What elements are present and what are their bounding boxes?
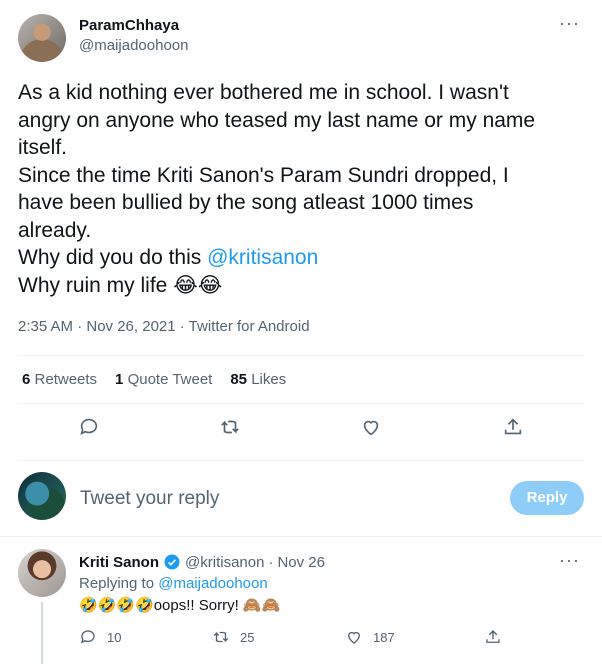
reply-reply-button[interactable]: 10 xyxy=(79,628,121,646)
author-avatar[interactable] xyxy=(18,14,66,62)
engagement-stats: 6 Retweets 1 Quote Tweet 85 Likes xyxy=(22,371,286,388)
likes-count: 85 xyxy=(230,371,248,388)
divider xyxy=(0,536,602,537)
retweet-icon[interactable] xyxy=(219,416,245,442)
share-icon[interactable] xyxy=(502,416,528,442)
reply-header: Kriti Sanon @kritisanon · Nov 26 xyxy=(79,553,325,571)
retweet-icon xyxy=(213,631,229,643)
share-icon xyxy=(486,630,500,643)
mention-link[interactable]: @kritisanon xyxy=(207,246,318,269)
tweet-line: Why ruin my life 😂😂 xyxy=(18,273,223,297)
reply-date[interactable]: Nov 26 xyxy=(277,554,325,571)
author-name[interactable]: ParamChhaya xyxy=(79,17,179,34)
author-handle[interactable]: @maijadoohoon xyxy=(79,37,188,54)
replying-to: Replying to @maijadoohoon xyxy=(79,575,268,592)
tweet-actions xyxy=(0,416,602,446)
reply-share-button[interactable] xyxy=(484,628,502,646)
tweet-timestamp[interactable]: 2:35 AM · Nov 26, 2021 · Twitter for And… xyxy=(18,318,310,335)
like-count: 187 xyxy=(373,629,395,645)
reply-author-name[interactable]: Kriti Sanon xyxy=(79,554,159,571)
reply-retweet-button[interactable]: 25 xyxy=(212,628,254,646)
reply-button[interactable]: Reply xyxy=(510,481,584,515)
reply-composer: Tweet your reply Reply xyxy=(0,466,602,528)
current-user-avatar[interactable] xyxy=(18,472,66,520)
tweet-line: As a kid nothing ever bothered me in sch… xyxy=(18,81,509,104)
reply-author-handle[interactable]: @kritisanon xyxy=(185,554,264,571)
thread-line xyxy=(41,602,43,664)
like-icon xyxy=(348,631,360,644)
likes-stat[interactable]: 85 Likes xyxy=(230,371,286,388)
retweet-count: 25 xyxy=(240,629,255,645)
more-options-icon[interactable]: ··· xyxy=(559,550,580,571)
reply-count: 10 xyxy=(107,629,122,645)
retweets-label: Retweets xyxy=(34,371,98,388)
like-icon[interactable] xyxy=(360,416,386,442)
tweet-line: angry on anyone who teased my last name … xyxy=(18,108,536,132)
reply-input[interactable]: Tweet your reply xyxy=(80,488,219,510)
likes-label: Likes xyxy=(251,371,287,388)
tweet-line: Why did you do this @kritisanon xyxy=(18,244,588,272)
reply-icon[interactable] xyxy=(78,416,104,442)
tweet-text: As a kid nothing ever bothered me in sch… xyxy=(18,79,588,299)
reply-actions: 10 25 187 xyxy=(79,628,539,650)
tweet-line: have been bullied by the song atleast 10… xyxy=(18,191,474,214)
quotes-label: Quote Tweet xyxy=(127,371,213,388)
reply-author-avatar[interactable] xyxy=(18,549,66,597)
divider xyxy=(18,460,584,461)
replying-to-link[interactable]: @maijadoohoon xyxy=(158,575,267,592)
tweet-line: Since the time Kriti Sanon's Param Sundr… xyxy=(18,163,509,187)
reply-icon xyxy=(80,630,95,644)
verified-badge-icon xyxy=(163,553,181,571)
divider xyxy=(18,355,584,356)
separator-dot: · xyxy=(268,553,274,571)
divider xyxy=(18,403,584,404)
more-options-icon[interactable]: ··· xyxy=(559,14,580,32)
tweet-line-text: Why did you do this xyxy=(18,246,208,269)
replying-to-label: Replying to xyxy=(79,575,159,592)
retweets-stat[interactable]: 6 Retweets xyxy=(22,371,97,388)
reply-tweet[interactable]: Kriti Sanon @kritisanon · Nov 26 ··· Rep… xyxy=(0,546,602,664)
reply-like-button[interactable]: 187 xyxy=(345,628,395,646)
tweet-line: itself. xyxy=(18,136,68,159)
reply-text: 🤣🤣🤣🤣oops!! Sorry! 🙈🙈 xyxy=(79,597,281,614)
tweet-line: already. xyxy=(18,218,92,242)
retweets-count: 6 xyxy=(22,371,31,388)
quote-tweets-stat[interactable]: 1 Quote Tweet xyxy=(115,371,212,388)
quotes-count: 1 xyxy=(115,371,124,388)
